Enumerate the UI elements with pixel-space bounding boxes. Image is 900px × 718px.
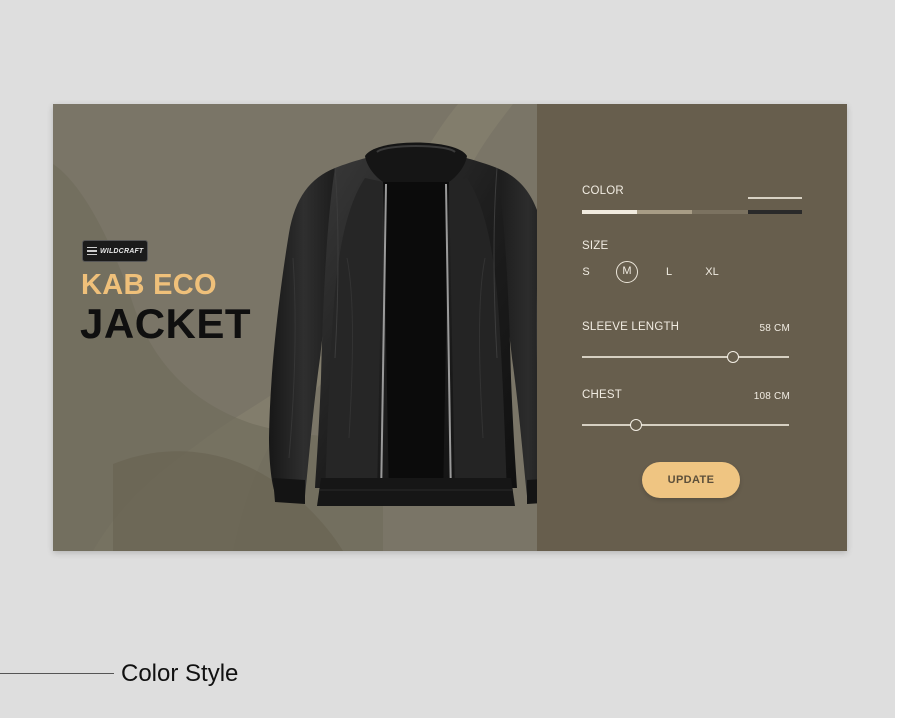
brand-logo: WILDCRAFT xyxy=(82,240,148,262)
size-option-m[interactable]: M xyxy=(616,261,638,283)
size-option-s[interactable]: S xyxy=(575,261,597,283)
sleeve-length-slider-thumb[interactable] xyxy=(727,351,740,363)
color-label: COLOR xyxy=(582,185,624,197)
size-option-xl[interactable]: XL xyxy=(701,261,723,283)
chest-slider-track[interactable] xyxy=(582,424,789,426)
size-option-l[interactable]: L xyxy=(658,261,680,283)
color-swatch-khaki[interactable] xyxy=(637,210,692,214)
product-card: WILDCRAFT KAB ECO JACKET COLOR SIZE S M … xyxy=(53,104,847,551)
chest-value: 108 CM xyxy=(753,391,790,402)
color-selected-indicator xyxy=(748,197,802,199)
options-panel: COLOR SIZE S M L XL SLEEVE LENGTH 58 CM … xyxy=(537,104,847,551)
caption-divider xyxy=(0,673,114,674)
logo-mark-icon xyxy=(87,246,97,256)
brand-logo-text: WILDCRAFT xyxy=(100,247,144,255)
product-title-line-1: KAB ECO xyxy=(81,269,217,301)
color-swatch-cream[interactable] xyxy=(582,210,637,214)
sleeve-length-label: SLEEVE LENGTH xyxy=(582,321,680,333)
sleeve-length-slider-track[interactable] xyxy=(582,356,789,358)
size-label: SIZE xyxy=(582,240,609,252)
jacket-image xyxy=(269,142,537,506)
color-swatch-olive[interactable] xyxy=(692,210,748,214)
sleeve-length-value: 58 CM xyxy=(759,323,790,334)
page-edge-strip xyxy=(895,0,900,718)
update-button[interactable]: UPDATE xyxy=(642,462,740,498)
product-title-line-2: JACKET xyxy=(80,300,252,347)
section-caption: Color Style xyxy=(121,660,239,687)
product-showcase: WILDCRAFT KAB ECO JACKET xyxy=(53,104,537,551)
chest-slider-thumb[interactable] xyxy=(629,419,642,431)
chest-label: CHEST xyxy=(582,389,622,401)
color-swatch-black[interactable] xyxy=(748,210,802,214)
